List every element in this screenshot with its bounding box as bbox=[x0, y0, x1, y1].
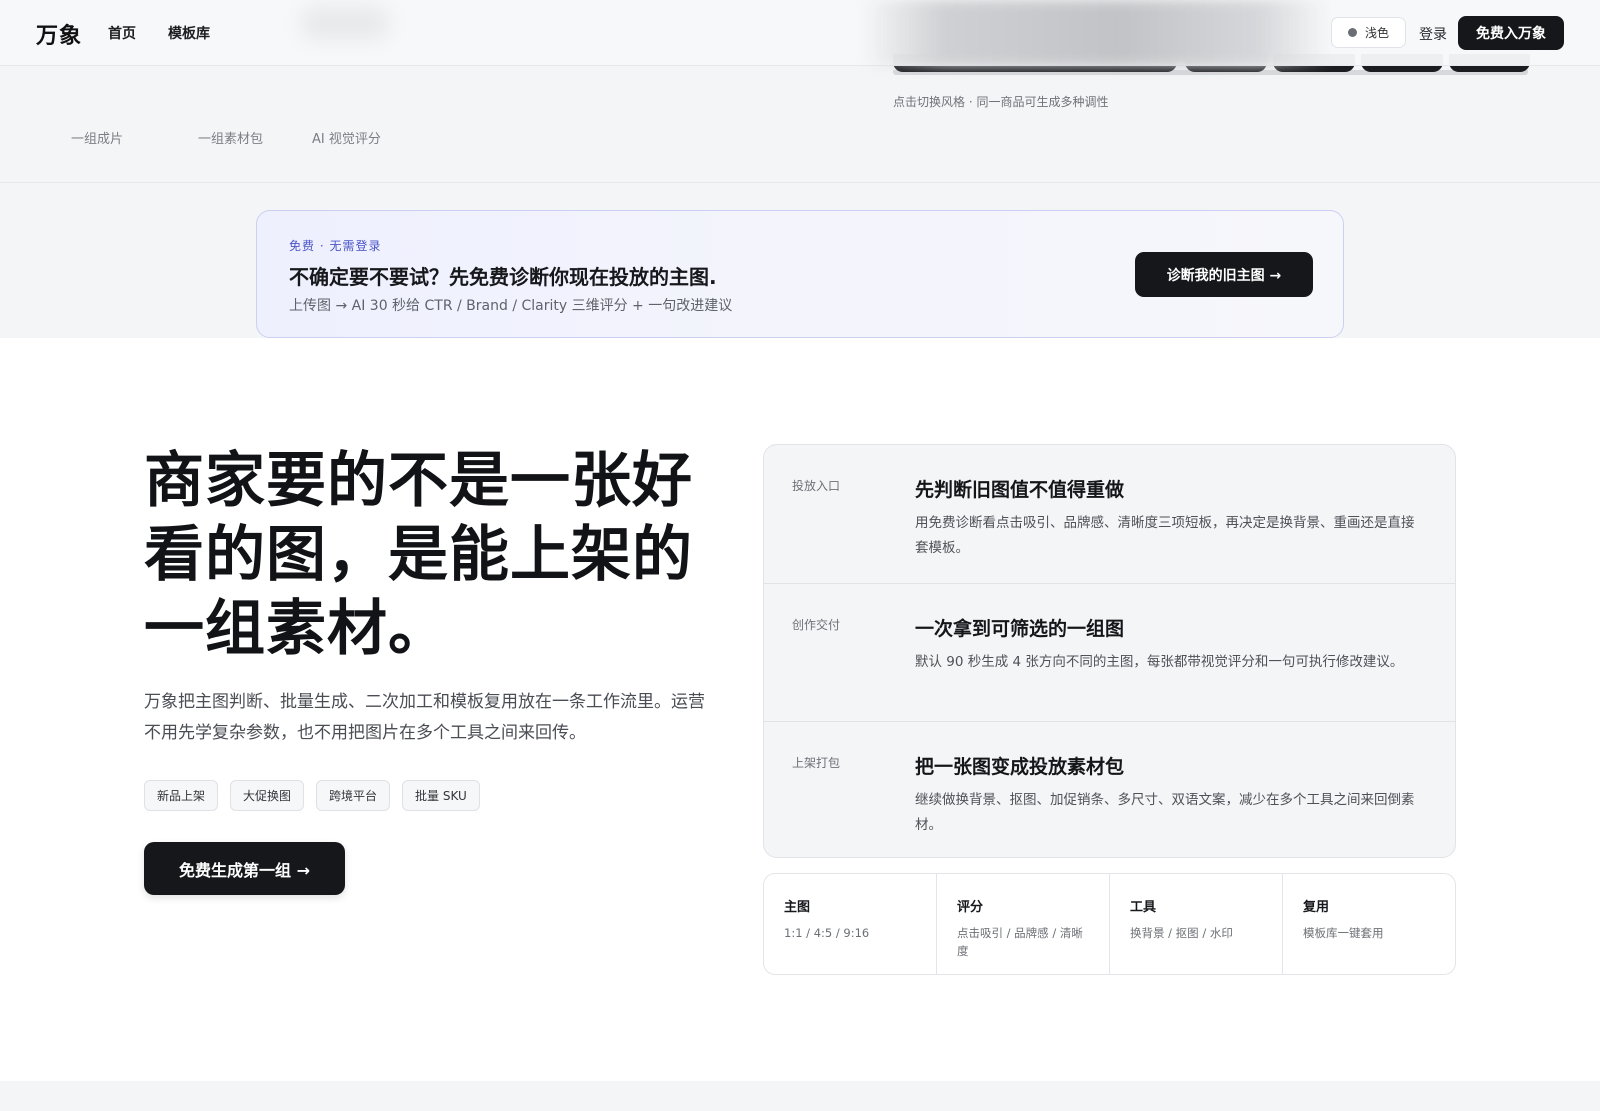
theme-label: 浅色 bbox=[1364, 26, 1389, 40]
scenario-tag[interactable]: 跨境平台 bbox=[316, 780, 391, 811]
workflow-step-description: 默认 90 秒生成 4 张方向不同的主图，每张都带视觉评分和一句可执行修改建议。 bbox=[915, 654, 1404, 670]
workflow-step: 上架打包 把一张图变成投放素材包 继续做换背景、抠图、加促销条、多尺寸、双语文案… bbox=[764, 721, 1455, 857]
login-link[interactable]: 登录 bbox=[1419, 24, 1447, 44]
stat-caption: AI 视觉评分 bbox=[312, 132, 381, 147]
banner-tag: 免费 · 无需登录 bbox=[289, 239, 382, 253]
feature-description: 换背景 / 抠图 / 水印 bbox=[1130, 926, 1233, 940]
hero-description: 万象把主图判断、批量生成、二次加工和模板复用放在一条工作流里。运营不用先学复杂参… bbox=[144, 692, 705, 743]
banner-title: 不确定要不要试？先免费诊断你现在投放的主图. bbox=[289, 265, 717, 289]
feature-item: 评分 点击吸引 / 品牌感 / 清晰度 bbox=[936, 874, 1109, 974]
nav-link-home[interactable]: 首页 bbox=[108, 23, 136, 43]
hero-title: 商家要的不是一张好看的图，是能上架的一组素材。 bbox=[144, 446, 693, 664]
hero-top-remnant: 一组成片 一组素材包 AI 视觉评分 bbox=[0, 66, 1600, 183]
style-hint: 点击切换风格 · 同一商品可生成多种调性 bbox=[893, 95, 1109, 109]
workflow-step-description: 用免费诊断看点击吸引、品牌感、清晰度三项短板，再决定是换背景、重画还是直接套模板… bbox=[915, 515, 1415, 556]
theme-dot-icon bbox=[1347, 28, 1357, 37]
feature-item: 工具 换背景 / 抠图 / 水印 bbox=[1109, 874, 1282, 974]
feature-title: 主图 bbox=[784, 900, 811, 915]
workflow-step-description: 继续做换背景、抠图、加促销条、多尺寸、双语文案，减少在多个工具之间来回倒素材。 bbox=[915, 792, 1415, 833]
scenario-tag[interactable]: 批量 SKU bbox=[402, 780, 480, 811]
feature-title: 工具 bbox=[1130, 900, 1157, 915]
stat-caption: 一组成片 bbox=[71, 132, 124, 147]
logo[interactable]: 万象 bbox=[36, 18, 82, 50]
next-section-edge bbox=[0, 1081, 1600, 1111]
scenario-tag[interactable]: 大促换图 bbox=[230, 780, 305, 811]
enter-wanxiang-button[interactable]: 免费入万象 bbox=[1458, 16, 1564, 50]
workflow-card: 投放入口 先判断旧图值不值得重做 用免费诊断看点击吸引、品牌感、清晰度三项短板，… bbox=[763, 444, 1456, 858]
workflow-step-title: 把一张图变成投放素材包 bbox=[915, 756, 1125, 778]
diagnose-banner: 免费 · 无需登录 不确定要不要试？先免费诊断你现在投放的主图. 上传图 → A… bbox=[256, 210, 1344, 338]
workflow-step-title: 先判断旧图值不值得重做 bbox=[915, 479, 1125, 501]
scenario-tag[interactable]: 新品上架 bbox=[144, 780, 219, 811]
feature-strip: 主图 1:1 / 4:5 / 9:16 评分 点击吸引 / 品牌感 / 清晰度 … bbox=[763, 873, 1456, 975]
nav-link-templates[interactable]: 模板库 bbox=[168, 23, 210, 43]
feature-item: 复用 模板库一键套用 bbox=[1282, 874, 1455, 974]
feature-item: 主图 1:1 / 4:5 / 9:16 bbox=[764, 874, 936, 974]
nav-blur-decoration bbox=[300, 6, 390, 40]
diagnose-button[interactable]: 诊断我的旧主图 → bbox=[1135, 252, 1313, 297]
feature-description: 模板库一键套用 bbox=[1303, 926, 1384, 940]
top-nav: 万象 首页 模板库 浅色 登录 免费入万象 bbox=[0, 0, 1600, 66]
scenario-tags: 新品上架 大促换图 跨境平台 批量 SKU bbox=[144, 780, 480, 811]
stat-caption: 一组素材包 bbox=[198, 132, 264, 147]
theme-toggle[interactable]: 浅色 bbox=[1331, 17, 1406, 48]
workflow-step: 创作交付 一次拿到可筛选的一组图 默认 90 秒生成 4 张方向不同的主图，每张… bbox=[764, 583, 1455, 721]
feature-description: 点击吸引 / 品牌感 / 清晰度 bbox=[957, 926, 1083, 958]
workflow-step-label: 投放入口 bbox=[792, 479, 841, 493]
feature-title: 评分 bbox=[957, 900, 984, 915]
workflow-step: 投放入口 先判断旧图值不值得重做 用免费诊断看点击吸引、品牌感、清晰度三项短板，… bbox=[764, 445, 1455, 583]
feature-title: 复用 bbox=[1303, 900, 1330, 915]
feature-description: 1:1 / 4:5 / 9:16 bbox=[784, 926, 870, 940]
workflow-step-label: 创作交付 bbox=[792, 618, 841, 632]
generate-first-set-button[interactable]: 免费生成第一组 → bbox=[144, 842, 345, 895]
nav-blurred-preview bbox=[860, 0, 1330, 66]
workflow-step-label: 上架打包 bbox=[792, 756, 841, 770]
banner-subtitle: 上传图 → AI 30 秒给 CTR / Brand / Clarity 三维评… bbox=[289, 298, 733, 314]
workflow-step-title: 一次拿到可筛选的一组图 bbox=[915, 618, 1125, 640]
